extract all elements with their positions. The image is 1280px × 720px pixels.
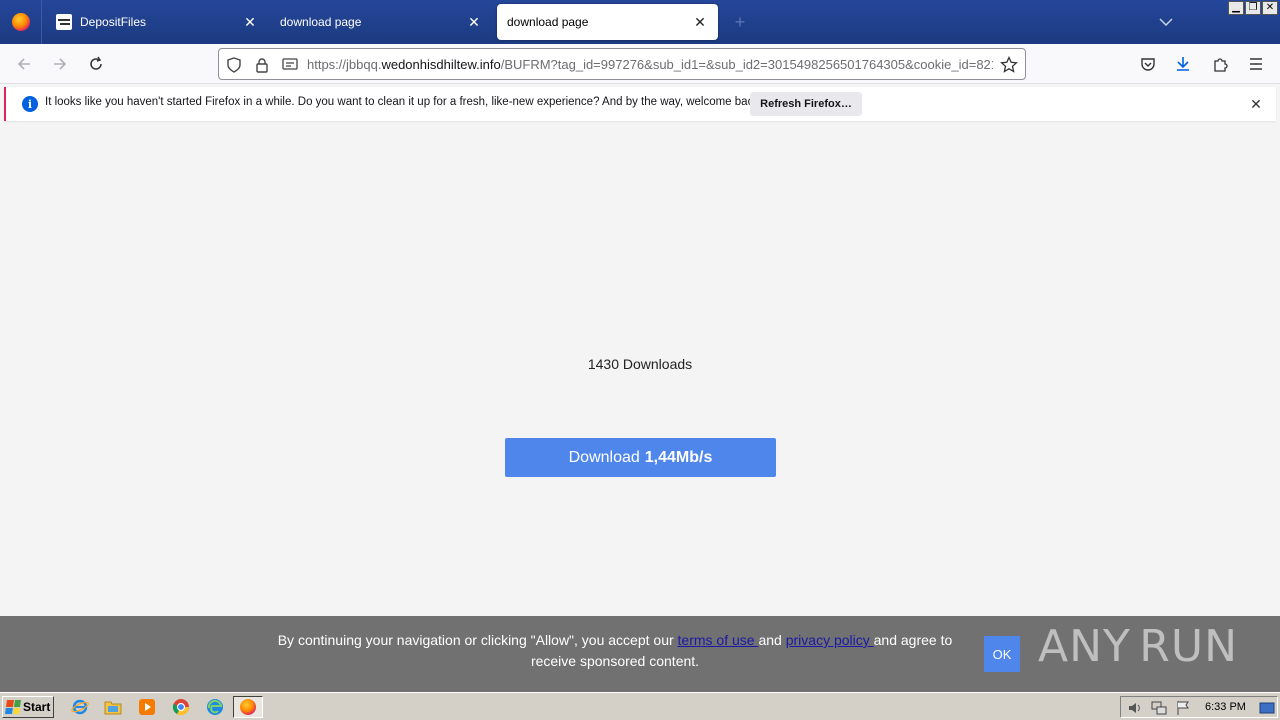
start-label: Start — [23, 700, 51, 714]
ie-icon[interactable] — [70, 697, 90, 717]
depositfiles-favicon-icon — [56, 14, 72, 30]
window-controls: ▁ ❐ ✕ — [1228, 1, 1278, 15]
firefox-icon — [11, 13, 30, 31]
close-icon[interactable]: ✕ — [1248, 96, 1264, 112]
info-icon: i — [22, 96, 38, 112]
bookmark-star-icon[interactable] — [999, 55, 1019, 75]
extensions-button[interactable] — [1208, 52, 1232, 76]
restore-button[interactable]: ❐ — [1245, 1, 1261, 15]
reload-icon — [90, 56, 102, 70]
firefox-refresh-notification: i It looks like you haven't started Fire… — [4, 87, 1276, 121]
url-host: wedonhisdhiltew.info — [381, 57, 501, 72]
firefox-view-button[interactable] — [0, 0, 42, 44]
edge-icon[interactable] — [205, 697, 225, 717]
anyrun-watermark: ANY RUN — [1038, 616, 1238, 676]
tab-download-page-2[interactable]: download page ✕ — [497, 4, 718, 40]
list-all-tabs-button[interactable] — [1156, 12, 1176, 32]
speaker-icon[interactable] — [1127, 700, 1143, 716]
download-button[interactable]: Download 1,44Mb/s — [505, 438, 776, 477]
consent-message: By continuing your navigation or clickin… — [270, 630, 960, 672]
forward-button[interactable] — [48, 52, 72, 76]
tab-depositfiles[interactable]: DepositFiles ✕ — [46, 4, 268, 40]
explorer-icon[interactable] — [103, 697, 123, 717]
windows-flag-icon — [5, 700, 21, 714]
new-tab-button[interactable]: + — [730, 12, 750, 32]
chevron-down-icon — [1159, 18, 1173, 26]
reader-view-icon[interactable] — [281, 56, 299, 74]
reload-button[interactable] — [84, 52, 108, 76]
tab-strip: DepositFiles ✕ download page ✕ download … — [0, 0, 1280, 44]
puzzle-icon — [1214, 58, 1228, 72]
pocket-icon — [1141, 58, 1155, 71]
url-path: /BUFRM?tag_id=997276&sub_id1=&sub_id2=30… — [500, 57, 993, 72]
tab-label: download page — [507, 15, 589, 29]
tracking-protection-icon[interactable] — [225, 56, 243, 74]
consent-and: and — [758, 632, 786, 648]
action-center-flag-icon[interactable] — [1175, 700, 1191, 716]
tab-label: DepositFiles — [80, 15, 147, 29]
download-label: Download — [568, 448, 640, 466]
refresh-firefox-button[interactable]: Refresh Firefox… — [750, 92, 862, 116]
close-tab-icon[interactable]: ✕ — [466, 14, 482, 30]
close-tab-icon[interactable]: ✕ — [692, 14, 708, 30]
download-arrow-icon — [1177, 57, 1189, 71]
windows-taskbar: Start 6:33 PM — [0, 692, 1280, 720]
tab-label: download page — [280, 15, 362, 29]
consent-banner: By continuing your navigation or clickin… — [0, 616, 1280, 692]
start-button[interactable]: Start — [2, 696, 54, 718]
consent-text-before: By continuing your navigation or clickin… — [277, 632, 678, 648]
url-text[interactable]: https://jbbqq.wedonhisdhiltew.info/BUFRM… — [307, 57, 993, 72]
navigation-toolbar: https://jbbqq.wedonhisdhiltew.info/BUFRM… — [0, 44, 1280, 84]
notification-message: It looks like you haven't started Firefo… — [45, 96, 763, 108]
arrow-right-icon — [54, 58, 67, 70]
firefox-taskbar-button[interactable] — [233, 696, 263, 718]
download-speed: 1,44Mb/s — [644, 448, 713, 466]
downloads-button[interactable] — [1171, 52, 1195, 76]
close-window-button[interactable]: ✕ — [1262, 1, 1278, 15]
address-bar[interactable]: https://jbbqq.wedonhisdhiltew.info/BUFRM… — [218, 48, 1026, 80]
app-menu-button[interactable] — [1244, 52, 1268, 76]
downloads-count: 1430 Downloads — [587, 356, 693, 372]
system-tray: 6:33 PM — [1120, 696, 1278, 718]
arrow-left-icon — [17, 58, 30, 70]
network-icon[interactable] — [1151, 700, 1167, 716]
url-prefix: https://jbbqq. — [307, 57, 382, 72]
privacy-policy-link[interactable]: privacy policy — [786, 632, 874, 648]
watermark-run: RUN — [1139, 620, 1238, 672]
show-desktop-icon[interactable] — [1259, 700, 1275, 716]
back-button[interactable] — [12, 52, 36, 76]
consent-ok-button[interactable]: OK — [984, 636, 1020, 672]
lock-icon[interactable] — [253, 56, 271, 74]
media-player-icon[interactable] — [137, 697, 157, 717]
chrome-icon[interactable] — [171, 697, 191, 717]
watermark-any: ANY — [1038, 620, 1131, 672]
close-tab-icon[interactable]: ✕ — [242, 14, 258, 30]
pocket-button[interactable] — [1136, 52, 1160, 76]
clock[interactable]: 6:33 PM — [1205, 701, 1246, 713]
page-content: 1430 Downloads Download 1,44Mb/s — [0, 124, 1280, 616]
minimize-button[interactable]: ▁ — [1228, 1, 1244, 15]
tab-download-page-1[interactable]: download page ✕ — [270, 4, 492, 40]
hamburger-menu-icon — [1250, 58, 1262, 70]
terms-of-use-link[interactable]: terms of use — [678, 632, 759, 648]
firefox-icon — [240, 699, 256, 715]
